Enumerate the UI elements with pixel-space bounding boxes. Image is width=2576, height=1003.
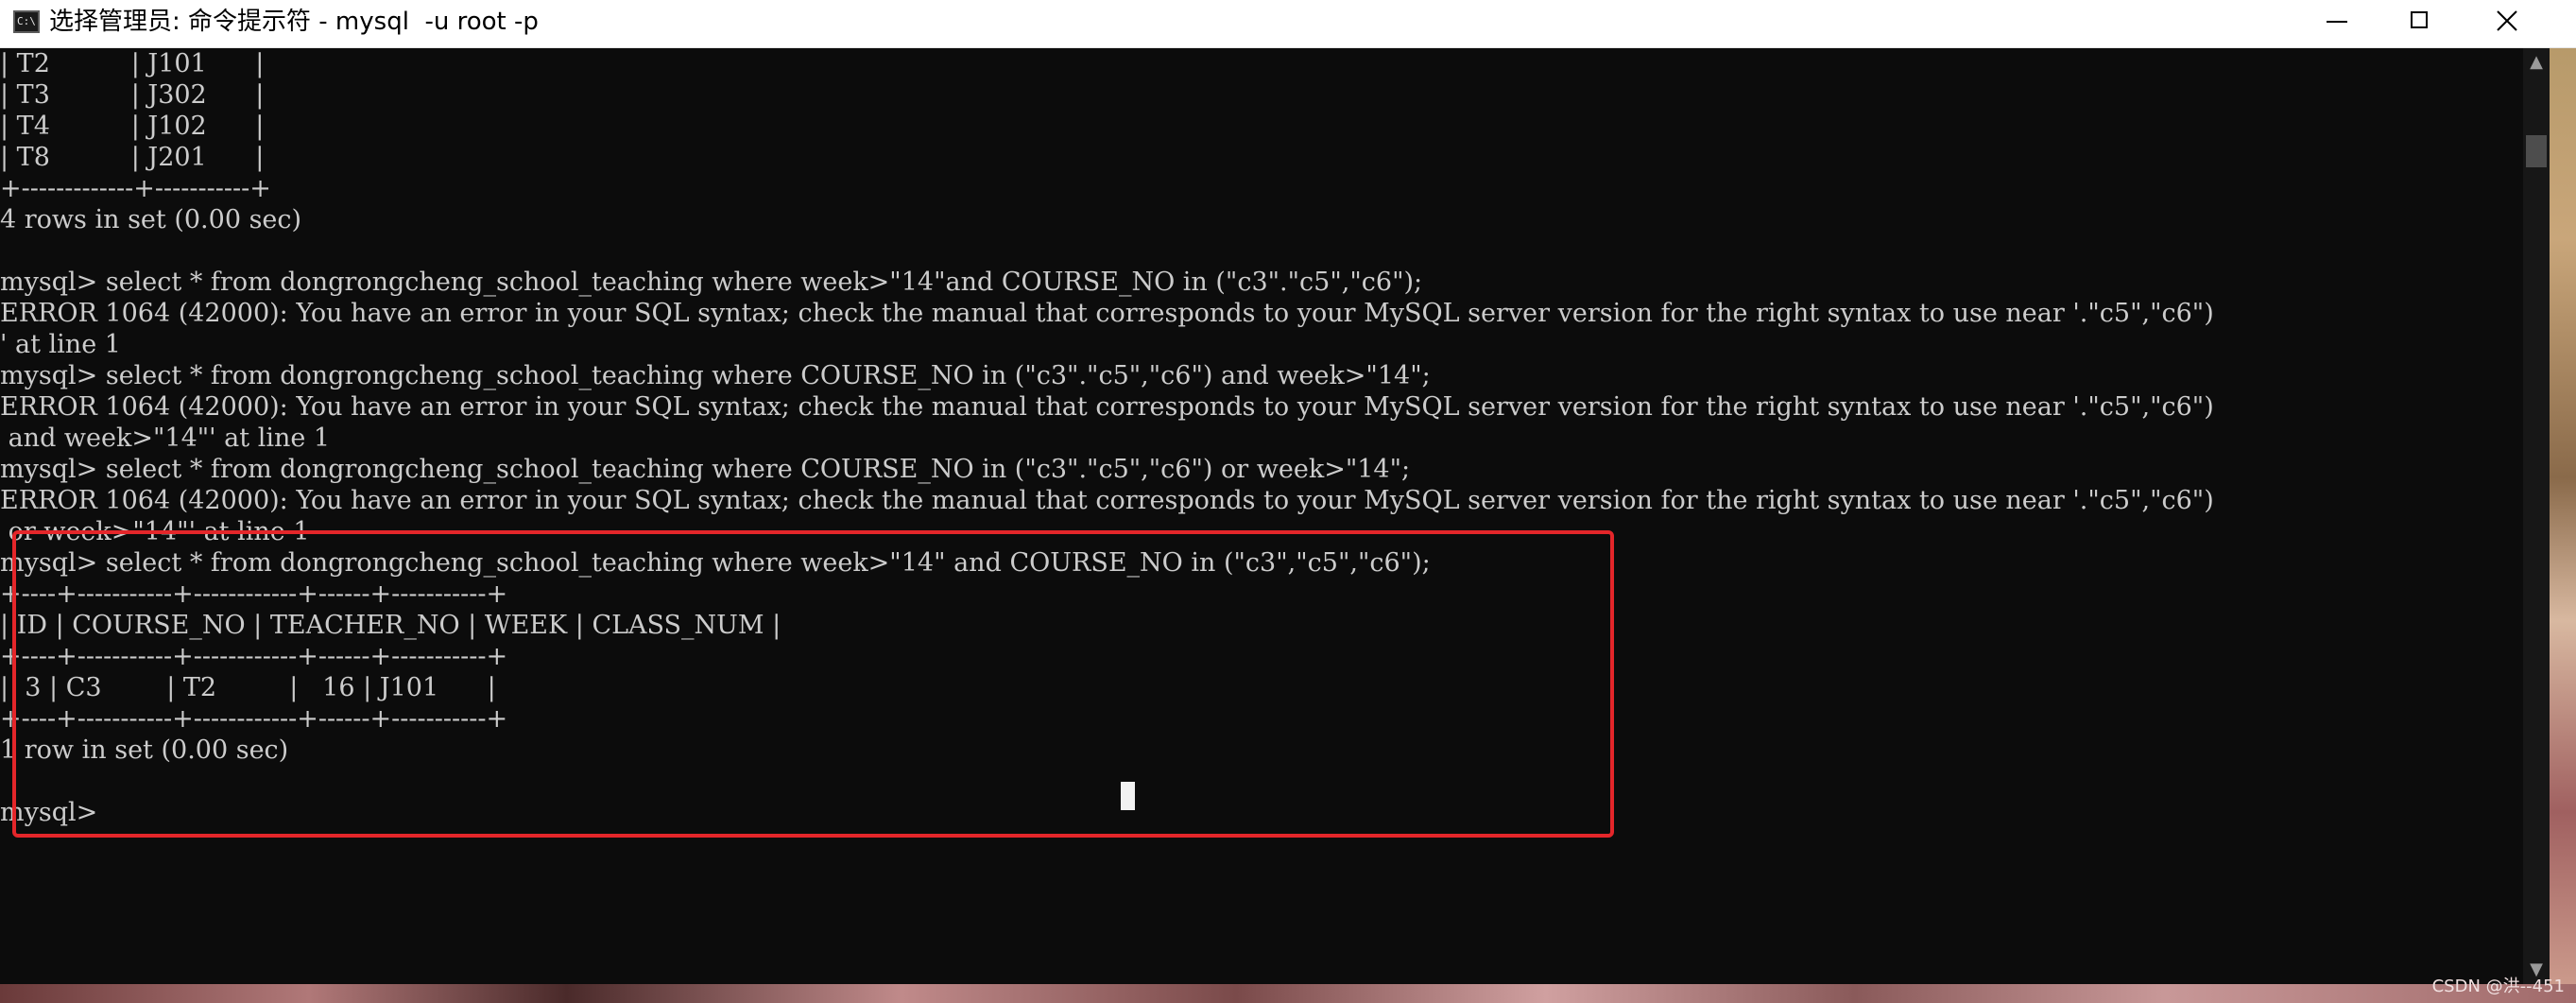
console-line: and week>"14"' at line 1	[0, 424, 331, 453]
console-line: | T2 | J101 |	[0, 49, 265, 78]
window-title: 选择管理员: 命令提示符 - mysql -u root -p	[49, 8, 539, 36]
console-line: | T8 | J201 |	[0, 143, 265, 172]
close-button[interactable]	[2463, 0, 2550, 43]
cmd-icon: C:\	[13, 10, 40, 33]
console-line: mysql>	[0, 798, 98, 827]
desktop-screen: C:\ 选择管理员: 命令提示符 - mysql -u root -p | T2…	[0, 0, 2576, 1003]
minimize-icon	[2327, 21, 2347, 23]
console-line: | T4 | J102 |	[0, 112, 265, 141]
desktop-wallpaper-bottom	[0, 984, 2576, 1003]
console-line: +-------------+-----------+	[0, 174, 271, 203]
console-line: mysql> select * from dongrongcheng_schoo…	[0, 268, 1423, 297]
console-line: | ID | COURSE_NO | TEACHER_NO | WEEK | C…	[0, 611, 781, 640]
watermark: CSDN @洪--451	[2431, 977, 2565, 996]
console-line: mysql> select * from dongrongcheng_schoo…	[0, 361, 1431, 390]
console-line: | 3 | C3 | T2 | 16 | J101 |	[0, 673, 496, 702]
scrollbar-thumb[interactable]	[2526, 135, 2547, 167]
console-line: ERROR 1064 (42000): You have an error in…	[0, 486, 2214, 515]
title-bar[interactable]: C:\ 选择管理员: 命令提示符 - mysql -u root -p	[0, 0, 2576, 48]
text-cursor	[1121, 782, 1135, 810]
console-line: mysql> select * from dongrongcheng_schoo…	[0, 548, 1431, 578]
console-line: +----+-----------+------------+------+--…	[0, 642, 508, 671]
scroll-up-icon[interactable]: ▲	[2523, 48, 2550, 77]
desktop-wallpaper	[2550, 48, 2576, 1003]
console-output[interactable]: | T2 | J101 | | T3 | J302 | | T4 | J102 …	[0, 48, 2523, 984]
close-icon	[2497, 10, 2517, 31]
console-line: +----+-----------+------------+------+--…	[0, 704, 508, 734]
console-line: | T3 | J302 |	[0, 80, 265, 110]
console-line: mysql> select * from dongrongcheng_schoo…	[0, 455, 1411, 484]
vertical-scrollbar[interactable]: ▲ ▼	[2523, 48, 2550, 984]
console-line: 4 rows in set (0.00 sec)	[0, 205, 302, 234]
console-line: ' at line 1	[0, 330, 121, 359]
maximize-icon	[2411, 11, 2428, 28]
console-line: ERROR 1064 (42000): You have an error in…	[0, 392, 2214, 422]
console-line: +----+-----------+------------+------+--…	[0, 579, 508, 609]
console-line: or week>"14"' at line 1	[0, 517, 310, 546]
minimize-button[interactable]	[2294, 0, 2381, 43]
console-line: 1 row in set (0.00 sec)	[0, 735, 289, 765]
maximize-button[interactable]	[2378, 0, 2464, 43]
console-line: ERROR 1064 (42000): You have an error in…	[0, 299, 2214, 328]
